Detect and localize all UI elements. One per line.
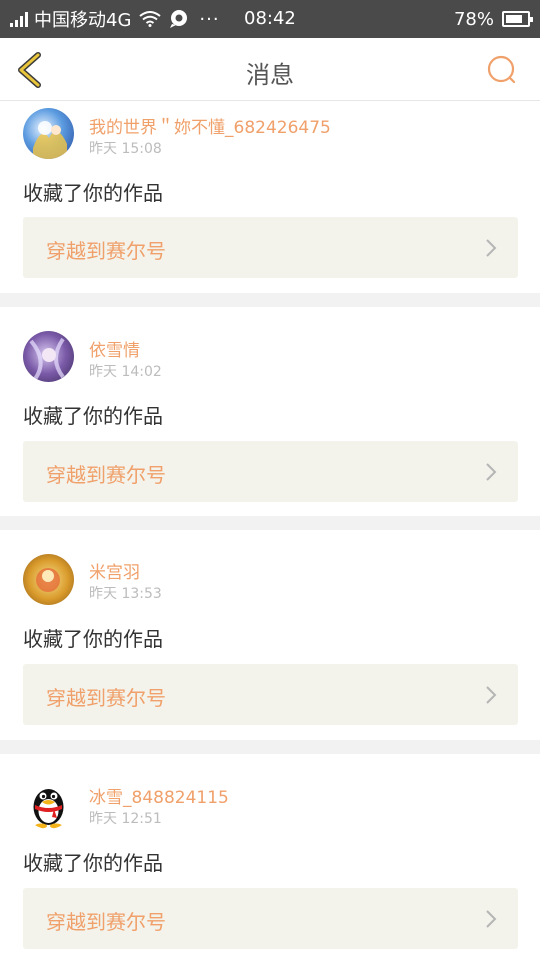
signal-icon: [10, 11, 28, 27]
message-time: 昨天 15:08: [89, 141, 162, 157]
chevron-right-icon: [486, 910, 497, 928]
search-icon[interactable]: [486, 54, 518, 86]
carrier-label: 中国移动4G: [34, 10, 132, 31]
avatar[interactable]: [23, 554, 74, 605]
message-time: 昨天 13:53: [89, 586, 162, 602]
action-text: 收藏了你的作品: [23, 627, 163, 651]
card-separator: [0, 293, 540, 307]
work-link[interactable]: 穿越到赛尔号: [23, 664, 518, 725]
message-time: 昨天 14:02: [89, 364, 162, 380]
chevron-right-icon: [486, 239, 497, 257]
work-title: 穿越到赛尔号: [46, 686, 166, 710]
avatar-image: [36, 568, 60, 592]
username[interactable]: 冰雪_848824115: [89, 783, 229, 808]
work-link[interactable]: 穿越到赛尔号: [23, 888, 518, 949]
work-title: 穿越到赛尔号: [46, 910, 166, 934]
chevron-right-icon: [486, 463, 497, 481]
username[interactable]: 我的世界＂妳不懂_682426475: [89, 113, 331, 138]
chevron-right-icon: [486, 686, 497, 704]
battery-icon: [502, 11, 533, 27]
avatar[interactable]: [23, 778, 74, 829]
username[interactable]: 米宫羽: [89, 558, 140, 583]
message-card: 米宫羽 昨天 13:53 收藏了你的作品 穿越到赛尔号: [0, 530, 540, 740]
status-left: 中国移动4G ···: [10, 7, 220, 31]
message-icon: [170, 10, 188, 28]
status-right: 78%: [453, 7, 533, 31]
work-title: 穿越到赛尔号: [46, 463, 166, 487]
action-text: 收藏了你的作品: [23, 181, 163, 205]
page-title: 消息: [246, 61, 294, 89]
battery-percent: 78%: [453, 8, 494, 30]
message-time: 昨天 12:51: [89, 811, 162, 827]
action-text: 收藏了你的作品: [23, 404, 163, 428]
avatar-image: [29, 337, 65, 381]
card-separator: [0, 740, 540, 754]
card-separator: [0, 516, 540, 530]
more-indicators: ···: [199, 8, 220, 30]
qq-penguin-icon: [33, 789, 64, 829]
wifi-icon: [139, 11, 162, 27]
message-card: 依雪情 昨天 14:02 收藏了你的作品 穿越到赛尔号: [0, 307, 540, 516]
message-card: 冰雪_848824115 昨天 12:51 收藏了你的作品 穿越到赛尔号: [0, 754, 540, 960]
avatar[interactable]: [23, 108, 74, 159]
nav-bar: 消息: [0, 38, 540, 101]
work-link[interactable]: 穿越到赛尔号: [23, 441, 518, 502]
work-link[interactable]: 穿越到赛尔号: [23, 217, 518, 278]
avatar[interactable]: [23, 331, 74, 382]
avatar-image: [33, 121, 67, 159]
message-card: 我的世界＂妳不懂_682426475 昨天 15:08 收藏了你的作品 穿越到赛…: [0, 101, 540, 293]
status-bar: 中国移动4G ··· 08:42 78%: [0, 0, 540, 38]
username[interactable]: 依雪情: [89, 336, 140, 361]
work-title: 穿越到赛尔号: [46, 239, 166, 263]
status-time: 08:42: [244, 8, 296, 29]
battery-level-fill: [506, 15, 522, 23]
action-text: 收藏了你的作品: [23, 851, 163, 875]
